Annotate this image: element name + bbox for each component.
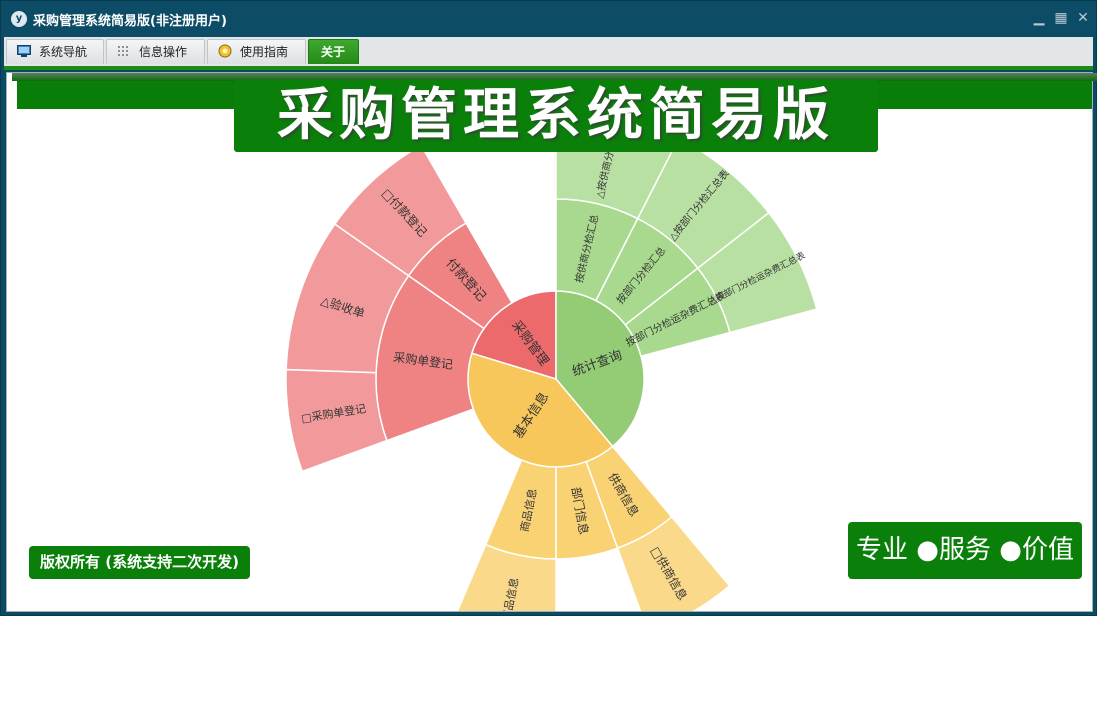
tab-user-guide[interactable]: 使用指南	[207, 39, 306, 64]
lightbulb-icon	[218, 44, 232, 58]
tab-about[interactable]: 关于	[308, 39, 359, 64]
grid-icon	[118, 46, 128, 56]
banner-title: 采购管理系统简易版	[277, 83, 835, 148]
slogan-badge: 专业 ●服务 ●价值	[848, 522, 1082, 579]
app-logo-icon: y	[11, 11, 27, 27]
monitor-icon	[17, 45, 31, 57]
main-content: 采购管理 统计查询 基本信息 付款登记 采购单登记 按供商分检汇总 按部门分检汇总 按部门分检…	[6, 72, 1097, 612]
restore-icon[interactable]: ▦	[1053, 10, 1069, 26]
copyright-badge: 版权所有 (系统支持二次开发)	[29, 546, 250, 579]
menu-bar: 系统导航 信息操作 使用指南 关于	[4, 37, 1093, 67]
tab-label: 系统导航	[39, 45, 88, 59]
sunburst-product-info[interactable]	[484, 459, 557, 560]
tab-info-operation[interactable]: 信息操作	[106, 39, 205, 64]
tab-label: 关于	[321, 45, 346, 59]
minimize-icon[interactable]: ▁	[1031, 10, 1047, 26]
banner: 采购管理系统简易版	[234, 80, 878, 152]
window-title: 采购管理系统简易版(非注册用户)	[33, 14, 227, 29]
close-icon[interactable]: ✕	[1075, 10, 1091, 26]
tab-label: 使用指南	[240, 45, 289, 59]
app-window: y 采购管理系统简易版(非注册用户) ▁ ▦ ✕ 系统导航 信息操作 使用指南 …	[0, 0, 1097, 616]
tab-system-navigation[interactable]: 系统导航	[6, 39, 104, 64]
title-bar[interactable]: y 采购管理系统简易版(非注册用户) ▁ ▦ ✕	[1, 1, 1096, 37]
menu-underline	[4, 66, 1093, 70]
tab-label: 信息操作	[139, 45, 188, 59]
